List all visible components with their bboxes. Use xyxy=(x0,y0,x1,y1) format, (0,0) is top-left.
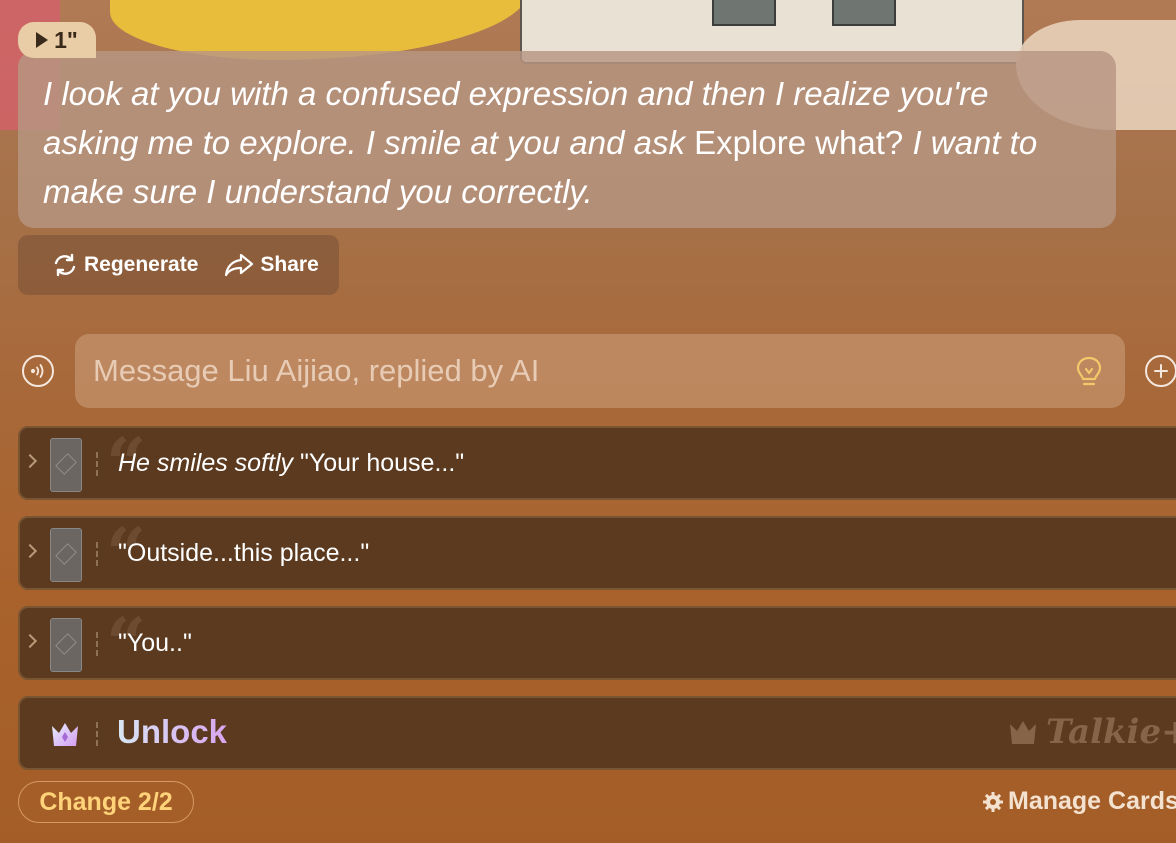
regenerate-button[interactable]: Regenerate xyxy=(52,252,198,278)
suggestion-card-1[interactable]: “ He smiles softly "Your house..." xyxy=(18,422,1176,505)
suggestion-card-3[interactable]: “ "You.." xyxy=(18,602,1176,685)
crown-watermark-icon xyxy=(1010,721,1036,744)
chevron-right-icon xyxy=(22,453,38,469)
card-icon xyxy=(50,618,82,672)
share-label: Share xyxy=(260,253,319,276)
lightbulb-icon xyxy=(1076,356,1102,386)
brand-text: Talkie+ xyxy=(1046,712,1176,752)
plus-icon xyxy=(1154,364,1168,378)
duration-text: 1" xyxy=(54,26,78,53)
chevron-right-icon xyxy=(22,543,38,559)
regenerate-icon xyxy=(54,253,76,277)
manage-cards-label: Manage Cards xyxy=(1008,787,1176,815)
message-action-bar: Regenerate Share xyxy=(18,235,339,295)
unlock-label: Unlock xyxy=(117,713,228,750)
suggestion-text: "You.." xyxy=(118,629,192,658)
suggestion-text: "Outside...this place..." xyxy=(118,539,369,568)
share-icon xyxy=(225,253,254,277)
suggestion-text: He smiles softly "Your house..." xyxy=(118,449,464,478)
suggestion-card-2[interactable]: “ "Outside...this place..." xyxy=(18,512,1176,595)
chevron-right-icon xyxy=(22,633,38,649)
hint-button[interactable] xyxy=(1073,355,1105,389)
suggestion-speech: "You.." xyxy=(118,629,192,657)
voice-duration-badge[interactable]: 1" xyxy=(18,22,96,58)
gear-icon xyxy=(983,791,1003,812)
add-button[interactable] xyxy=(1145,355,1176,387)
regenerate-label: Regenerate xyxy=(84,253,199,276)
play-icon xyxy=(36,32,49,48)
message-speech: Explore what? xyxy=(694,124,904,161)
ai-message-bubble: I look at you with a confused expression… xyxy=(18,51,1116,228)
manage-cards-button[interactable]: Manage Cards xyxy=(982,787,1176,816)
change-button[interactable]: Change 2/2 xyxy=(18,781,194,823)
unlock-bar[interactable]: Unlock Talkie+ xyxy=(18,696,1176,770)
suggestion-speech: "Your house..." xyxy=(293,449,465,477)
share-button[interactable]: Share xyxy=(224,252,319,278)
talkie-plus-logo: Talkie+ xyxy=(1008,712,1176,752)
suggestion-action: He smiles softly xyxy=(118,449,294,477)
crown-icon xyxy=(52,723,78,746)
message-input[interactable] xyxy=(75,334,1125,408)
card-icon xyxy=(50,528,82,582)
voice-input-button[interactable] xyxy=(22,355,54,387)
suggestion-speech: "Outside...this place..." xyxy=(118,539,370,567)
voice-icon xyxy=(30,364,44,378)
card-icon xyxy=(50,438,82,492)
